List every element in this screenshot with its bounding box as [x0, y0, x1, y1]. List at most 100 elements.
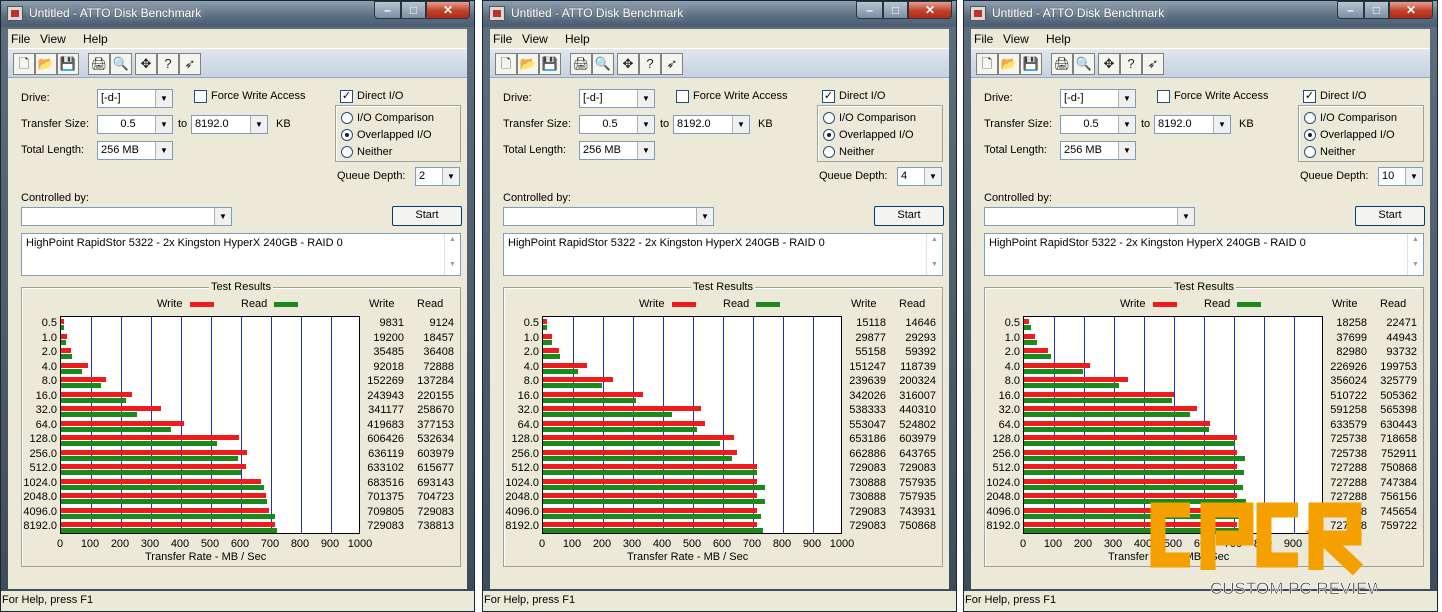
- description-box[interactable]: HighPoint RapidStor 5322 - 2x Kingston H…: [984, 233, 1424, 276]
- chevron-down-icon[interactable]: ▼: [155, 116, 172, 133]
- chevron-down-icon[interactable]: ▼: [155, 142, 172, 159]
- chevron-down-icon[interactable]: ▼: [250, 116, 267, 133]
- description-box[interactable]: HighPoint RapidStor 5322 - 2x Kingston H…: [21, 233, 461, 276]
- start-button[interactable]: Start: [874, 206, 944, 226]
- description-scrollbar[interactable]: ▲ ▼: [1407, 234, 1423, 275]
- help-icon[interactable]: ?: [639, 53, 661, 75]
- overlapped-io-radio[interactable]: [823, 129, 835, 141]
- open-icon[interactable]: 📂: [35, 53, 57, 75]
- drive-select[interactable]: [-d-] ▼: [1060, 89, 1136, 108]
- context-help-icon[interactable]: ➶: [179, 53, 201, 75]
- minimize-icon[interactable]: –: [856, 1, 883, 19]
- minimize-icon[interactable]: –: [1337, 1, 1364, 19]
- new-icon[interactable]: 🗋: [13, 53, 35, 75]
- force-write-checkbox[interactable]: [1157, 90, 1170, 103]
- open-icon[interactable]: 📂: [998, 53, 1020, 75]
- title-bar[interactable]: Untitled - ATTO Disk Benchmark – □ ✕: [964, 1, 1437, 27]
- queue-depth-select[interactable]: 2 ▼: [415, 167, 460, 186]
- move-icon[interactable]: ✥: [617, 53, 639, 75]
- help-icon[interactable]: ?: [1120, 53, 1142, 75]
- print-preview-icon[interactable]: 🔍: [1073, 53, 1095, 75]
- chevron-down-icon[interactable]: ▼: [1118, 142, 1135, 159]
- title-bar[interactable]: Untitled - ATTO Disk Benchmark – □ ✕: [483, 1, 956, 27]
- io-comparison-radio[interactable]: [823, 112, 835, 124]
- save-icon[interactable]: 💾: [539, 53, 561, 75]
- menu-view[interactable]: View: [1003, 32, 1029, 46]
- chevron-down-icon[interactable]: ▼: [1118, 90, 1135, 107]
- chevron-down-icon[interactable]: ▼: [637, 116, 654, 133]
- help-icon[interactable]: ?: [157, 53, 179, 75]
- menu-file[interactable]: File: [11, 32, 30, 46]
- force-write-checkbox[interactable]: [676, 90, 689, 103]
- transfer-size-from-select[interactable]: 0.5 ▼: [97, 115, 173, 134]
- context-help-icon[interactable]: ➶: [1142, 53, 1164, 75]
- transfer-size-from-select[interactable]: 0.5 ▼: [579, 115, 655, 134]
- chevron-down-icon[interactable]: ▼: [637, 90, 654, 107]
- print-preview-icon[interactable]: 🔍: [110, 53, 132, 75]
- move-icon[interactable]: ✥: [1098, 53, 1120, 75]
- atto-app-icon[interactable]: [970, 6, 986, 21]
- chevron-down-icon[interactable]: ▼: [1118, 116, 1135, 133]
- save-icon[interactable]: 💾: [57, 53, 79, 75]
- maximize-icon[interactable]: □: [1364, 1, 1389, 19]
- neither-radio[interactable]: [1304, 146, 1316, 158]
- maximize-icon[interactable]: □: [883, 1, 908, 19]
- transfer-size-from-select[interactable]: 0.5 ▼: [1060, 115, 1136, 134]
- direct-io-checkbox[interactable]: ✓: [1303, 90, 1316, 103]
- menu-view[interactable]: View: [522, 32, 548, 46]
- minimize-icon[interactable]: –: [374, 1, 401, 19]
- menu-file[interactable]: File: [493, 32, 512, 46]
- neither-radio[interactable]: [823, 146, 835, 158]
- transfer-size-to-select[interactable]: 8192.0 ▼: [673, 115, 750, 134]
- direct-io-checkbox[interactable]: ✓: [340, 90, 353, 103]
- queue-depth-select[interactable]: 10 ▼: [1378, 167, 1423, 186]
- chevron-down-icon[interactable]: ▼: [155, 90, 172, 107]
- controlled-by-select[interactable]: ▼: [503, 207, 714, 226]
- menu-help[interactable]: Help: [83, 32, 108, 46]
- io-comparison-radio[interactable]: [1304, 112, 1316, 124]
- chevron-down-icon[interactable]: ▼: [214, 208, 231, 225]
- menu-file[interactable]: File: [974, 32, 993, 46]
- print-icon[interactable]: 🖨: [1051, 53, 1073, 75]
- controlled-by-select[interactable]: ▼: [984, 207, 1195, 226]
- atto-app-icon[interactable]: [489, 6, 505, 21]
- chevron-down-icon[interactable]: ▼: [1213, 116, 1230, 133]
- force-write-checkbox[interactable]: [194, 90, 207, 103]
- transfer-size-to-select[interactable]: 8192.0 ▼: [191, 115, 268, 134]
- start-button[interactable]: Start: [392, 206, 462, 226]
- move-icon[interactable]: ✥: [135, 53, 157, 75]
- drive-select[interactable]: [-d-] ▼: [97, 89, 173, 108]
- close-icon[interactable]: ✕: [908, 1, 952, 19]
- transfer-size-to-select[interactable]: 8192.0 ▼: [1154, 115, 1231, 134]
- chevron-down-icon[interactable]: ▼: [637, 142, 654, 159]
- total-length-select[interactable]: 256 MB ▼: [579, 141, 655, 160]
- close-icon[interactable]: ✕: [426, 1, 470, 19]
- title-bar[interactable]: Untitled - ATTO Disk Benchmark – □ ✕: [1, 1, 474, 27]
- start-button[interactable]: Start: [1355, 206, 1425, 226]
- chevron-down-icon[interactable]: ▼: [696, 208, 713, 225]
- menu-help[interactable]: Help: [1046, 32, 1071, 46]
- overlapped-io-radio[interactable]: [1304, 129, 1316, 141]
- direct-io-checkbox[interactable]: ✓: [822, 90, 835, 103]
- print-icon[interactable]: 🖨: [88, 53, 110, 75]
- maximize-icon[interactable]: □: [401, 1, 426, 19]
- menu-help[interactable]: Help: [565, 32, 590, 46]
- drive-select[interactable]: [-d-] ▼: [579, 89, 655, 108]
- chevron-down-icon[interactable]: ▼: [442, 168, 459, 185]
- controlled-by-select[interactable]: ▼: [21, 207, 232, 226]
- description-scrollbar[interactable]: ▲ ▼: [926, 234, 942, 275]
- chevron-down-icon[interactable]: ▼: [732, 116, 749, 133]
- close-icon[interactable]: ✕: [1389, 1, 1433, 19]
- atto-app-icon[interactable]: [7, 6, 23, 21]
- total-length-select[interactable]: 256 MB ▼: [1060, 141, 1136, 160]
- context-help-icon[interactable]: ➶: [661, 53, 683, 75]
- chevron-down-icon[interactable]: ▼: [924, 168, 941, 185]
- new-icon[interactable]: 🗋: [495, 53, 517, 75]
- description-box[interactable]: HighPoint RapidStor 5322 - 2x Kingston H…: [503, 233, 943, 276]
- chevron-down-icon[interactable]: ▼: [1405, 168, 1422, 185]
- new-icon[interactable]: 🗋: [976, 53, 998, 75]
- neither-radio[interactable]: [341, 146, 353, 158]
- open-icon[interactable]: 📂: [517, 53, 539, 75]
- save-icon[interactable]: 💾: [1020, 53, 1042, 75]
- print-preview-icon[interactable]: 🔍: [592, 53, 614, 75]
